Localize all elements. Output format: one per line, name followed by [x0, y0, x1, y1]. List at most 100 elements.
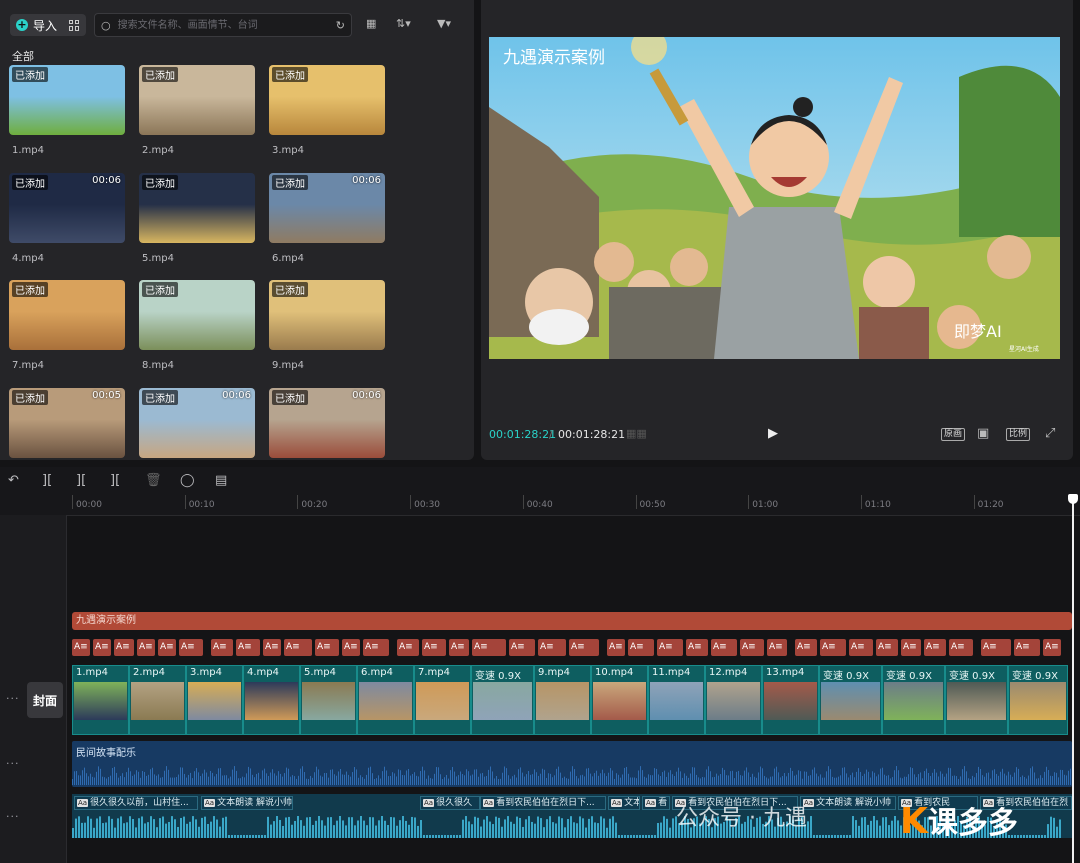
- video-clip[interactable]: 11.mp4: [648, 665, 705, 735]
- media-clip-name[interactable]: 9.mp4: [272, 360, 304, 371]
- marker-icon[interactable]: ◯: [180, 473, 195, 488]
- media-clip-thumbnail[interactable]: 已添加 00:06: [269, 388, 385, 458]
- media-clip-thumbnail[interactable]: 已添加: [9, 280, 125, 350]
- text-clip[interactable]: A≡: [342, 639, 360, 656]
- media-clip-name[interactable]: 2.mp4: [142, 145, 174, 156]
- media-clip-name[interactable]: 4.mp4: [12, 253, 44, 264]
- title-clip[interactable]: 九遇演示案例: [72, 612, 1072, 630]
- undo-icon[interactable]: ↶: [8, 473, 19, 488]
- video-preview[interactable]: 九遇演示案例 即梦AI 星河AI生成: [489, 37, 1060, 359]
- text-clip[interactable]: A≡: [422, 639, 446, 656]
- media-clip-thumbnail[interactable]: 已添加: [269, 280, 385, 350]
- media-clip-thumbnail[interactable]: 已添加 00:05: [9, 388, 125, 458]
- text-clip[interactable]: A≡: [284, 639, 312, 656]
- media-clip-name[interactable]: 8.mp4: [142, 360, 174, 371]
- cover-button[interactable]: 封面: [27, 682, 63, 718]
- delete-icon[interactable]: 🗑: [145, 473, 162, 488]
- text-clip[interactable]: A≡: [901, 639, 921, 656]
- text-clip[interactable]: A≡: [509, 639, 535, 656]
- video-clip[interactable]: 10.mp4: [591, 665, 648, 735]
- video-track-menu-icon[interactable]: ···: [6, 692, 20, 705]
- audio-track-menu-icon[interactable]: ···: [6, 757, 20, 770]
- text-clip[interactable]: A≡: [876, 639, 898, 656]
- text-clip[interactable]: A≡: [363, 639, 389, 656]
- subtitle-clip[interactable]: Aa 很久很久: [420, 796, 480, 810]
- text-clip[interactable]: A≡: [158, 639, 176, 656]
- refresh-icon[interactable]: ↻: [336, 19, 345, 32]
- play-icon[interactable]: ▶: [768, 426, 778, 441]
- layout-icon[interactable]: ▦: [366, 17, 376, 30]
- subtitle-clip[interactable]: Aa 文本朗读 解说小帅: [800, 796, 896, 810]
- text-clip[interactable]: A≡: [795, 639, 817, 656]
- media-clip-thumbnail[interactable]: 已添加 00:06: [139, 388, 255, 458]
- text-clip[interactable]: A≡: [315, 639, 339, 656]
- video-clip[interactable]: 变速 0.9X: [945, 665, 1008, 735]
- subtitle-clip[interactable]: Aa 看: [642, 796, 670, 810]
- video-clip[interactable]: 12.mp4: [705, 665, 762, 735]
- split-left-icon[interactable]: ][: [76, 473, 86, 488]
- subtitle-clip[interactable]: Aa 文本朗读 解说小帅: [201, 796, 293, 810]
- timecode-grid-icon[interactable]: ▦▦: [626, 427, 647, 440]
- text-clip[interactable]: A≡: [137, 639, 155, 656]
- text-clip[interactable]: A≡: [607, 639, 625, 656]
- search-box[interactable]: ○ ↻: [94, 13, 352, 37]
- video-clip[interactable]: 4.mp4: [243, 665, 300, 735]
- media-clip-name[interactable]: 7.mp4: [12, 360, 44, 371]
- filter-icon[interactable]: ▼▾: [437, 17, 451, 30]
- text-clip[interactable]: A≡: [569, 639, 599, 656]
- text-clip[interactable]: A≡: [93, 639, 111, 656]
- text-clip[interactable]: A≡: [263, 639, 281, 656]
- media-clip-name[interactable]: 1.mp4: [12, 145, 44, 156]
- text-clip[interactable]: A≡: [538, 639, 566, 656]
- subtitle-clip[interactable]: Aa文本朗: [608, 796, 640, 810]
- text-clip[interactable]: A≡: [1014, 639, 1040, 656]
- video-clip[interactable]: 9.mp4: [534, 665, 591, 735]
- text-clip[interactable]: A≡: [949, 639, 973, 656]
- text-clip[interactable]: A≡: [72, 639, 90, 656]
- text-clip[interactable]: A≡: [397, 639, 419, 656]
- video-clip[interactable]: 变速 0.9X: [1008, 665, 1068, 735]
- text-clip[interactable]: A≡: [767, 639, 787, 656]
- split-icon[interactable]: ][: [42, 473, 52, 488]
- video-clip[interactable]: 6.mp4: [357, 665, 414, 735]
- video-clip[interactable]: 变速 0.9X: [471, 665, 534, 735]
- media-clip-name[interactable]: 5.mp4: [142, 253, 174, 264]
- playhead-handle[interactable]: [1068, 494, 1078, 504]
- sort-icon[interactable]: ⇅▾: [396, 17, 411, 30]
- category-all[interactable]: 全部: [12, 48, 34, 64]
- video-clip[interactable]: 1.mp4: [72, 665, 129, 735]
- import-button[interactable]: + 导入: [10, 14, 86, 36]
- caption-icon[interactable]: ▤: [215, 473, 227, 488]
- video-clip[interactable]: 7.mp4: [414, 665, 471, 735]
- video-clip[interactable]: 2.mp4: [129, 665, 186, 735]
- original-quality-button[interactable]: 原画: [941, 428, 966, 441]
- video-clip[interactable]: 变速 0.9X: [819, 665, 882, 735]
- video-clip[interactable]: 3.mp4: [186, 665, 243, 735]
- text-clip[interactable]: A≡: [686, 639, 708, 656]
- text-clip[interactable]: A≡: [449, 639, 469, 656]
- text-clip[interactable]: A≡: [981, 639, 1011, 656]
- text-clip[interactable]: A≡: [1043, 639, 1061, 656]
- text-clip[interactable]: A≡: [849, 639, 873, 656]
- fullscreen-icon[interactable]: ⤢: [1045, 426, 1055, 441]
- media-clip-thumbnail[interactable]: 已添加: [9, 65, 125, 135]
- subtitle-track-menu-icon[interactable]: ···: [6, 810, 20, 823]
- media-clip-thumbnail[interactable]: 已添加 00:06: [9, 173, 125, 243]
- video-clip[interactable]: 13.mp4: [762, 665, 819, 735]
- grid-view-icon[interactable]: [69, 19, 80, 31]
- text-clip[interactable]: A≡: [211, 639, 233, 656]
- search-input[interactable]: [115, 18, 331, 32]
- ratio-button[interactable]: 比例: [1006, 428, 1031, 441]
- media-clip-thumbnail[interactable]: 已添加: [269, 65, 385, 135]
- text-clip[interactable]: A≡: [114, 639, 134, 656]
- split-right-icon[interactable]: ][: [110, 473, 120, 488]
- text-clip[interactable]: A≡: [924, 639, 946, 656]
- fit-screen-icon[interactable]: ▣: [977, 426, 989, 441]
- text-clip[interactable]: A≡: [472, 639, 506, 656]
- media-clip-thumbnail[interactable]: 已添加: [139, 280, 255, 350]
- video-clip[interactable]: 5.mp4: [300, 665, 357, 735]
- media-clip-thumbnail[interactable]: 已添加: [139, 65, 255, 135]
- text-clip[interactable]: A≡: [628, 639, 654, 656]
- time-ruler[interactable]: 00:00 00:10 00:20 00:30 00:40 00:50 01:00 01:10…: [0, 493, 1080, 516]
- subtitle-clip[interactable]: Aa 很久很久以前，山村住...: [74, 796, 198, 810]
